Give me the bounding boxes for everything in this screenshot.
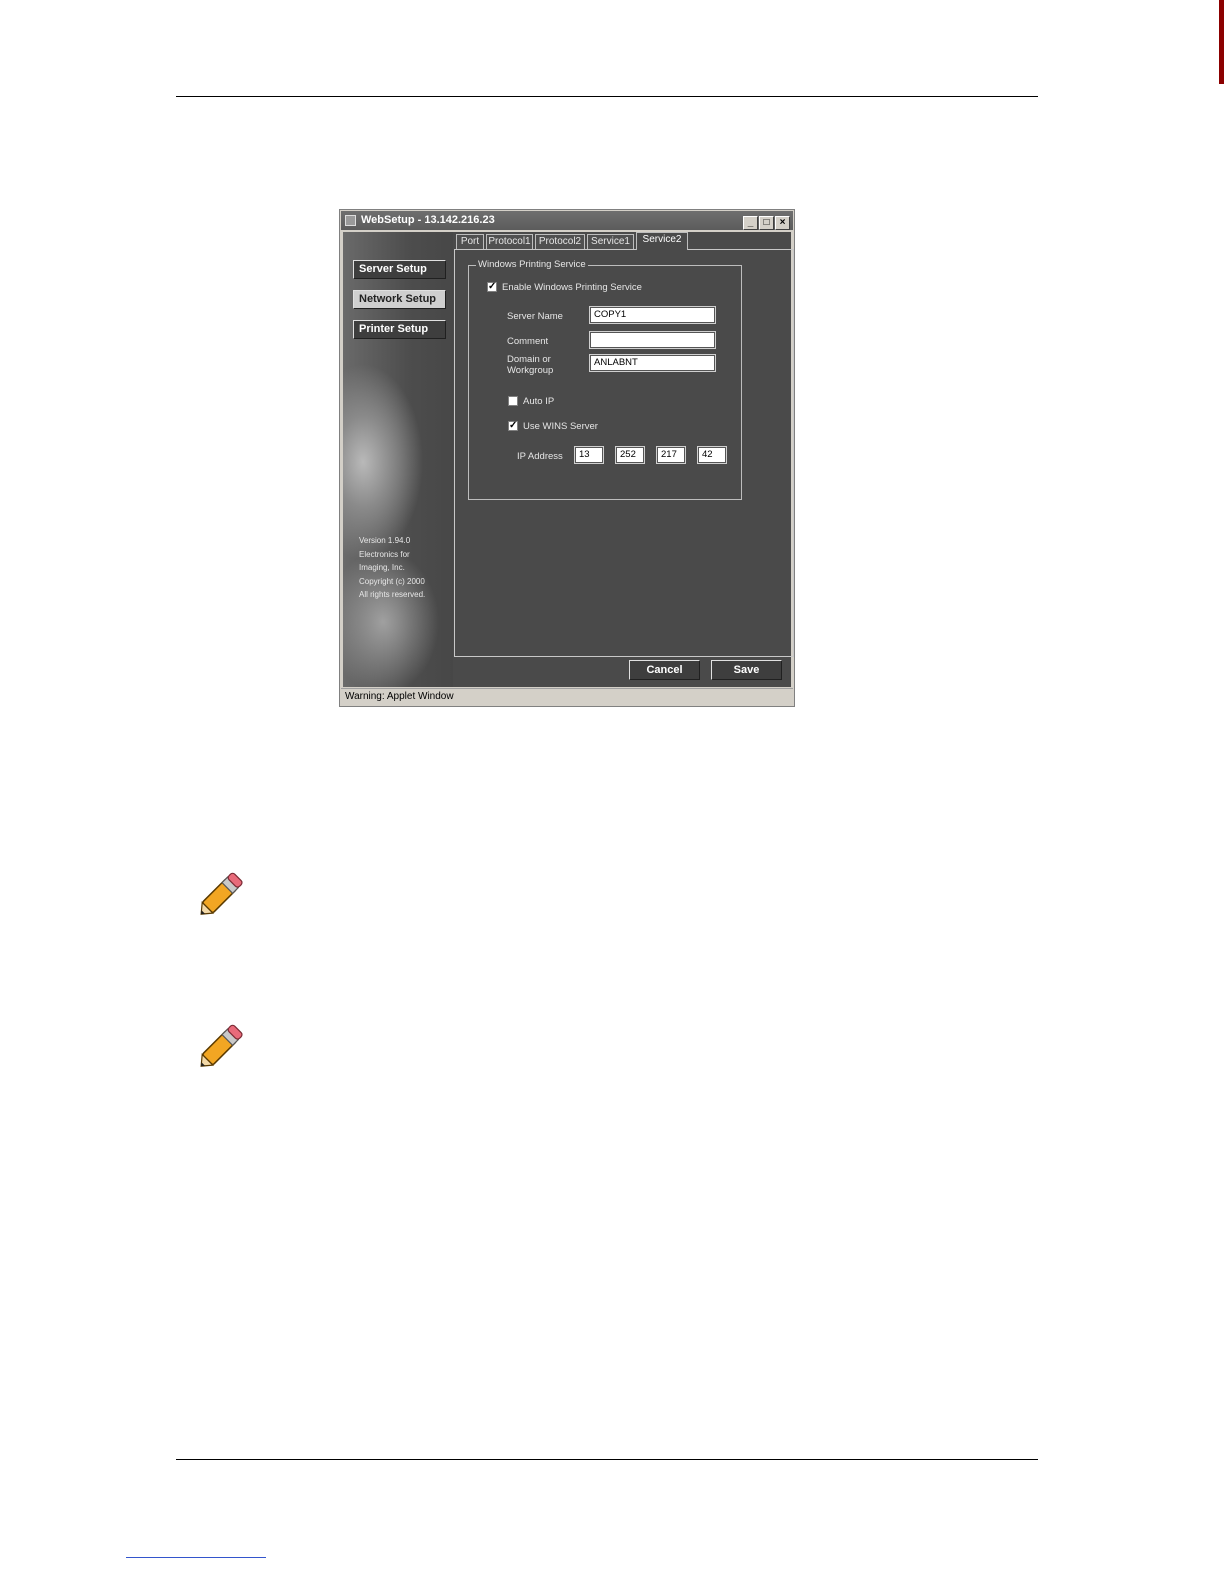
close-icon[interactable]: × (775, 216, 790, 230)
page-edge-tab (1219, 0, 1224, 84)
tab-panel: Windows Printing Service ✓ Enable Window… (454, 249, 794, 657)
version-info: Version 1.94.0 Electronics for Imaging, … (359, 534, 451, 602)
enable-wps-label: Enable Windows Printing Service (502, 282, 642, 293)
comment-field[interactable] (589, 331, 716, 349)
minimize-icon[interactable]: _ (743, 216, 758, 230)
header-rule (176, 96, 1038, 97)
version-line: Version 1.94.0 (359, 536, 411, 545)
pencil-note-icon (200, 1024, 243, 1067)
enable-wps-checkbox[interactable]: ✓ (487, 282, 497, 292)
use-wins-checkbox[interactable]: ✓ (508, 421, 518, 431)
domain-label-line1: Domain or (507, 354, 551, 365)
printer-setup-button[interactable]: Printer Setup (353, 320, 446, 339)
network-setup-button[interactable]: Network Setup (353, 290, 446, 309)
sidebar: Server Setup Network Setup Printer Setup… (343, 232, 453, 687)
tab-service2[interactable]: Service2 (636, 232, 688, 250)
ip-octet-4[interactable]: 42 (697, 446, 727, 464)
version-line: Copyright (c) 2000 (359, 576, 425, 586)
footer-link-line (126, 1557, 266, 1558)
domain-field[interactable]: ANLABNT (589, 354, 716, 372)
window-title: WebSetup - 13.142.216.23 (361, 214, 495, 226)
cancel-button[interactable]: Cancel (629, 660, 700, 680)
title-bar[interactable]: WebSetup - 13.142.216.23 _ □ × (341, 211, 793, 230)
tab-service1[interactable]: Service1 (587, 234, 634, 249)
auto-ip-label: Auto IP (523, 396, 555, 407)
app-icon (345, 215, 356, 226)
windows-printing-group: Windows Printing Service ✓ Enable Window… (468, 259, 742, 500)
tab-port[interactable]: Port (456, 234, 484, 249)
use-wins-label: Use WINS Server (523, 421, 598, 432)
auto-ip-checkbox[interactable] (508, 396, 518, 406)
save-button[interactable]: Save (711, 660, 782, 680)
ip-address-label: IP Address (517, 451, 563, 462)
version-line: All rights reserved. (359, 590, 426, 599)
maximize-icon[interactable]: □ (759, 216, 774, 230)
footer-rule (176, 1459, 1038, 1460)
comment-label: Comment (507, 336, 549, 347)
group-title: Windows Printing Service (476, 259, 588, 271)
window-client: Server Setup Network Setup Printer Setup… (343, 232, 794, 687)
tab-protocol2[interactable]: Protocol2 (535, 234, 585, 249)
ip-octet-1[interactable]: 13 (574, 446, 604, 464)
ip-octet-2[interactable]: 252 (615, 446, 645, 464)
status-bar: Warning: Applet Window (341, 688, 793, 705)
server-name-field[interactable]: COPY1 (589, 306, 716, 324)
websetup-window: WebSetup - 13.142.216.23 _ □ × Server Setu… (339, 209, 795, 707)
server-name-label: Server Name (507, 311, 563, 322)
domain-label-line2: Workgroup (507, 365, 554, 376)
server-setup-button[interactable]: Server Setup (353, 260, 446, 279)
version-line: Imaging, Inc. (359, 563, 405, 572)
domain-label: Domain or Workgroup (507, 354, 553, 376)
tab-protocol1[interactable]: Protocol1 (486, 234, 533, 249)
version-line: Electronics for (359, 549, 410, 559)
pencil-note-icon (200, 872, 243, 915)
ip-octet-3[interactable]: 217 (656, 446, 686, 464)
